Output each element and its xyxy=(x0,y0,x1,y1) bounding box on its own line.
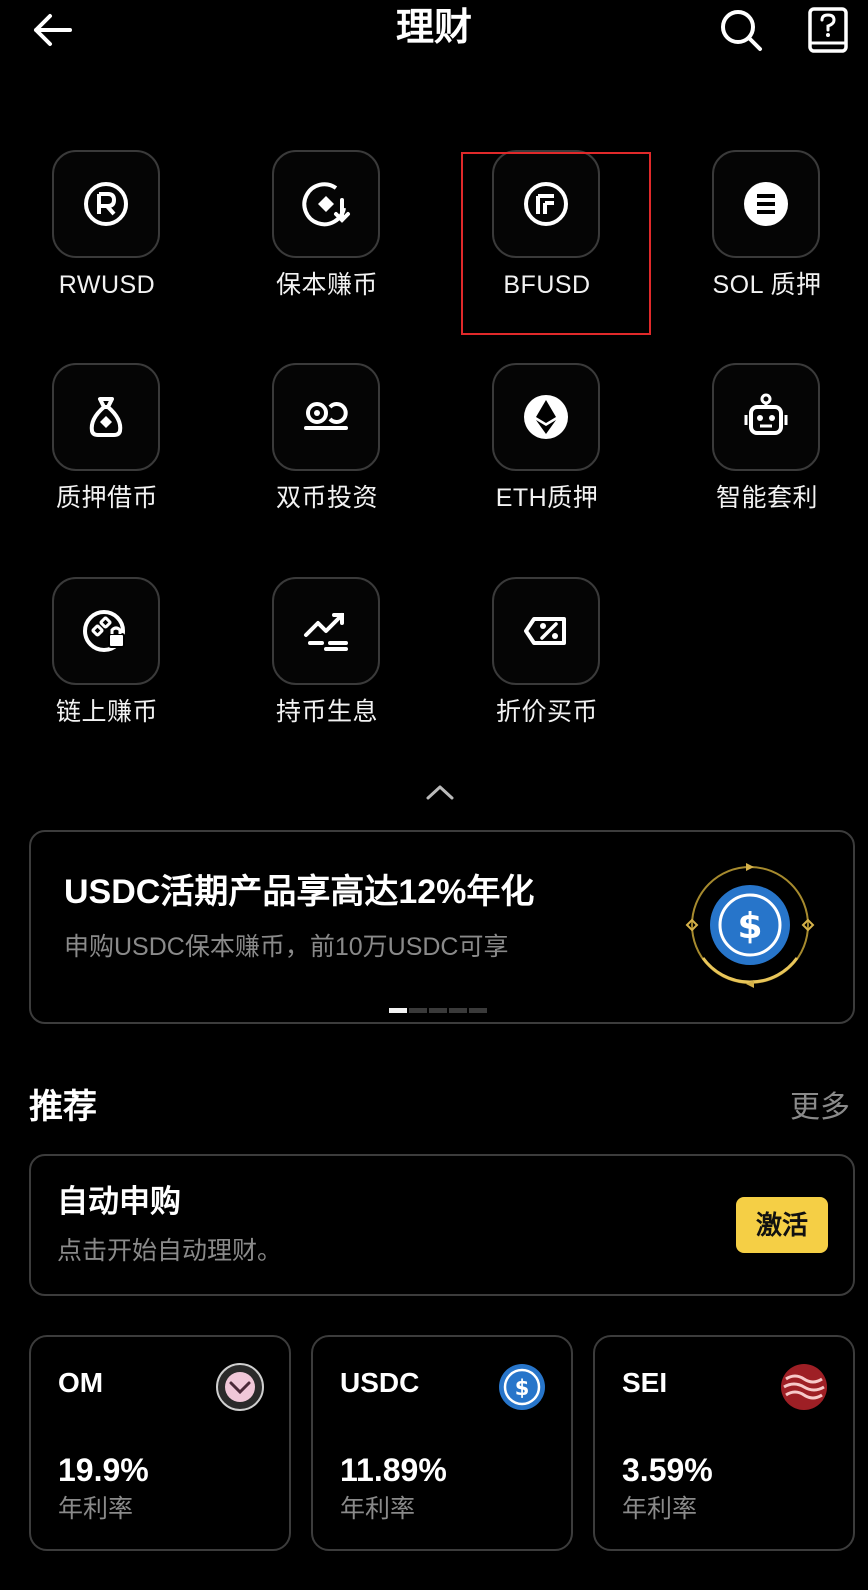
product-tile[interactable]: 折价买币 xyxy=(447,577,647,777)
collateral-loan-icon xyxy=(89,397,123,437)
coin-card-sei[interactable]: SEI 3.59% 年利率 xyxy=(593,1335,855,1551)
product-icon-box xyxy=(52,150,160,258)
search-icon xyxy=(721,10,762,51)
auto-subscribe-subtitle: 点击开始自动理财。 xyxy=(57,1237,283,1265)
auto-subscribe-title: 自动申购 xyxy=(57,1184,181,1219)
product-icon-box xyxy=(52,363,160,471)
product-icon-box xyxy=(712,150,820,258)
product-tile[interactable]: ETH质押 xyxy=(447,363,647,563)
rwusd-icon xyxy=(84,182,128,226)
coin-rate-label: 年利率 xyxy=(58,1495,134,1523)
product-label: 持币生息 xyxy=(275,698,378,726)
sol-staking-icon xyxy=(744,182,788,226)
robot-icon xyxy=(744,393,788,435)
product-tile[interactable]: 链上赚币 xyxy=(7,577,207,777)
auto-subscribe-card[interactable] xyxy=(29,1154,855,1296)
eth-staking-icon xyxy=(524,395,568,439)
svg-text:$: $ xyxy=(737,906,762,947)
discount-buy-icon xyxy=(524,617,566,645)
product-icon-box xyxy=(492,577,600,685)
coin-rate-label: 年利率 xyxy=(340,1495,416,1523)
product-icon-box xyxy=(492,363,600,471)
carousel-dot[interactable] xyxy=(469,1008,487,1013)
collapse-button[interactable] xyxy=(422,780,458,804)
product-tile[interactable]: 保本赚币 xyxy=(227,150,427,350)
hold-interest-icon xyxy=(304,613,348,651)
dual-investment-icon xyxy=(304,402,348,430)
product-icon-box xyxy=(272,150,380,258)
more-link[interactable]: 更多 xyxy=(790,1088,850,1128)
carousel-dot[interactable] xyxy=(429,1008,447,1013)
highlight-box xyxy=(461,152,651,335)
product-icon-box xyxy=(712,363,820,471)
coin-card-om[interactable]: OM 19.9% 年利率 xyxy=(29,1335,291,1551)
banner-title: USDC活期产品享高达12%年化 xyxy=(64,873,535,911)
recommend-title: 推荐 xyxy=(29,1088,97,1126)
coin-card-usdc[interactable]: USDC $ 11.89% 年利率 xyxy=(311,1335,573,1551)
product-icon-box xyxy=(52,577,160,685)
usdc-banner-icon: $ xyxy=(683,858,818,993)
product-tile[interactable]: SOL 质押 xyxy=(667,150,867,350)
product-icon-box xyxy=(272,577,380,685)
usdc-coin-icon: $ xyxy=(499,1364,545,1410)
carousel-indicator[interactable] xyxy=(389,1008,487,1014)
product-label: 质押借币 xyxy=(55,484,158,512)
principal-protected-icon xyxy=(302,182,350,227)
product-tile[interactable]: 质押借币 xyxy=(7,363,207,563)
carousel-dot[interactable] xyxy=(389,1008,407,1013)
product-label: 保本赚币 xyxy=(275,271,378,299)
activate-button[interactable]: 激活 xyxy=(736,1197,828,1253)
onchain-earn-icon xyxy=(83,610,125,652)
product-icon-box xyxy=(272,363,380,471)
coin-name: OM xyxy=(58,1367,104,1398)
coin-name: SEI xyxy=(622,1367,668,1398)
product-tile[interactable]: RWUSD xyxy=(7,150,207,350)
product-label: 链上赚币 xyxy=(55,698,158,726)
search-button[interactable] xyxy=(718,6,766,54)
coin-rate: 19.9% xyxy=(58,1452,149,1488)
help-button[interactable] xyxy=(806,6,850,54)
product-label: SOL 质押 xyxy=(712,271,822,299)
chevron-up-icon xyxy=(426,785,454,800)
product-tile[interactable]: 双币投资 xyxy=(227,363,427,563)
product-tile[interactable]: 智能套利 xyxy=(667,363,867,563)
banner-subtitle: 申购USDC保本赚币，前10万USDC可享 xyxy=(64,933,509,961)
coin-rate: 11.89% xyxy=(340,1452,447,1488)
product-label: 双币投资 xyxy=(275,484,378,512)
product-label: ETH质押 xyxy=(495,484,599,512)
carousel-dot[interactable] xyxy=(409,1008,427,1013)
product-label: 智能套利 xyxy=(715,484,818,512)
sei-coin-icon xyxy=(781,1364,827,1410)
coin-rate: 3.59% xyxy=(622,1452,713,1488)
carousel-dot[interactable] xyxy=(449,1008,467,1013)
om-coin-icon xyxy=(216,1363,264,1411)
product-label: 折价买币 xyxy=(495,698,598,726)
coin-name: USDC xyxy=(340,1367,420,1398)
coin-rate-label: 年利率 xyxy=(622,1495,698,1523)
product-tile[interactable]: 持币生息 xyxy=(227,577,427,777)
product-label: RWUSD xyxy=(58,271,156,299)
help-book-icon xyxy=(808,7,848,53)
svg-text:$: $ xyxy=(515,1376,530,1400)
